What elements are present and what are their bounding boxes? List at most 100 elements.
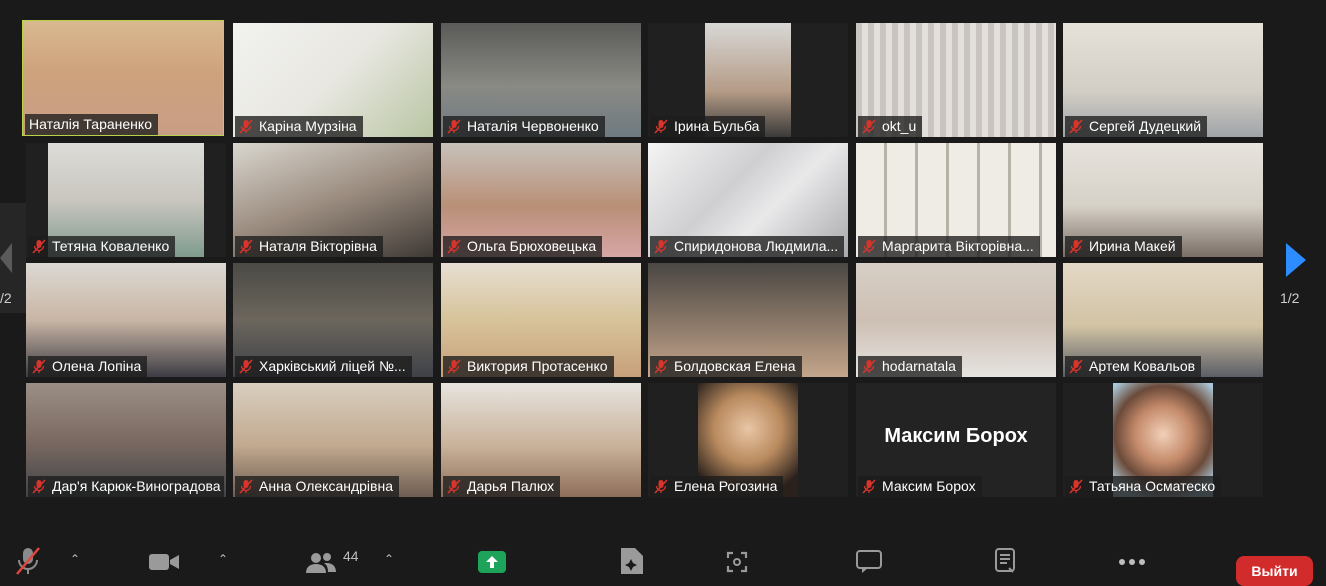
mic-muted-icon: [862, 119, 876, 134]
video-tile[interactable]: Наталія Тараненко: [22, 20, 224, 136]
video-tile[interactable]: Максим Борох Максим Борох: [856, 383, 1056, 497]
video-tile[interactable]: Наталя Вікторівна: [233, 143, 433, 257]
video-tile[interactable]: Сергей Дудецкий: [1063, 23, 1263, 137]
mic-muted-icon: [654, 479, 668, 494]
participant-name: Олена Лопіна: [52, 358, 142, 374]
unmute-button[interactable]: [12, 544, 44, 578]
notes-icon: [995, 548, 1015, 573]
mic-muted-icon: [32, 359, 46, 374]
apps-button[interactable]: [724, 549, 750, 575]
participant-name-badge: Ольга Брюховецька: [443, 236, 603, 257]
participant-name-badge: hodarnatala: [858, 356, 962, 377]
mic-muted-icon: [654, 119, 668, 134]
participant-name: Болдовская Елена: [674, 358, 796, 374]
video-tile[interactable]: Харківський ліцей №...: [233, 263, 433, 377]
video-tile[interactable]: Спиридонова Людмила...: [648, 143, 848, 257]
participant-name-badge: Олена Лопіна: [28, 356, 148, 377]
video-tile[interactable]: Наталія Червоненко: [441, 23, 641, 137]
video-tile[interactable]: Дарья Палюх: [441, 383, 641, 497]
participant-name-badge: Дарья Палюх: [443, 476, 561, 497]
mic-muted-icon: [654, 359, 668, 374]
mic-muted-icon: [447, 479, 461, 494]
video-tile[interactable]: Ольга Брюховецька: [441, 143, 641, 257]
chat-button[interactable]: [855, 549, 883, 575]
video-tile[interactable]: Анна Олександрівна: [233, 383, 433, 497]
chat-icon: [856, 550, 882, 573]
participant-name: Наталія Тараненко: [29, 116, 152, 132]
participant-name: Сергей Дудецкий: [1089, 118, 1202, 134]
participant-display-name: Максим Борох: [884, 425, 1028, 447]
start-video-button[interactable]: [147, 548, 181, 576]
participant-name-badge: Артем Ковальов: [1065, 356, 1202, 377]
video-tile[interactable]: Елена Рогозина: [648, 383, 848, 497]
participant-name: okt_u: [882, 118, 917, 134]
video-options-caret[interactable]: ⌃: [218, 552, 228, 566]
video-tile[interactable]: Каріна Мурзіна: [233, 23, 433, 137]
participant-name-badge: Анна Олександрівна: [235, 476, 399, 497]
mic-muted-icon: [32, 479, 46, 494]
participant-name: Ірина Бульба: [674, 118, 760, 134]
video-camera-icon: [149, 554, 179, 570]
participant-name-badge: Наталія Тараненко: [25, 114, 158, 135]
video-tile[interactable]: Артем Ковальов: [1063, 263, 1263, 377]
next-page-button[interactable]: [1286, 203, 1326, 313]
participant-name-badge: Харківський ліцей №...: [235, 356, 412, 377]
video-tile[interactable]: Дар'я Карюк-Виноградова: [26, 383, 226, 497]
video-tile[interactable]: Ирина Макей: [1063, 143, 1263, 257]
participant-name: Наталія Червоненко: [467, 118, 599, 134]
participant-name: Маргарита Вікторівна...: [882, 238, 1034, 254]
participant-name-badge: Наталя Вікторівна: [235, 236, 383, 257]
participant-name-badge: okt_u: [858, 116, 923, 137]
participant-name: Спиридонова Людмила...: [674, 238, 839, 254]
mic-muted-icon: [862, 359, 876, 374]
video-tile[interactable]: Ірина Бульба: [648, 23, 848, 137]
more-button[interactable]: [1117, 552, 1147, 572]
participant-name-badge: Спиридонова Людмила...: [650, 236, 845, 257]
video-tile[interactable]: Маргарита Вікторівна...: [856, 143, 1056, 257]
participant-name-badge: Виктория Протасенко: [443, 356, 614, 377]
video-tile[interactable]: Татьяна Осматеско: [1063, 383, 1263, 497]
audio-options-caret[interactable]: ⌃: [70, 552, 80, 566]
whiteboard-button[interactable]: [618, 546, 646, 576]
more-icon: [1119, 559, 1145, 565]
video-tile[interactable]: Тетяна Коваленко: [26, 143, 226, 257]
page-indicator-left: /2: [0, 290, 12, 306]
notes-button[interactable]: [993, 547, 1017, 575]
mic-muted-icon: [239, 119, 253, 134]
mic-muted-icon: [239, 359, 253, 374]
mic-muted-icon: [1069, 119, 1083, 134]
mic-muted-icon: [1069, 239, 1083, 254]
participant-name-badge: Дар'я Карюк-Виноградова: [28, 476, 224, 497]
participants-count: 44: [343, 548, 359, 564]
participant-name: Ольга Брюховецька: [467, 238, 597, 254]
participant-name: Дар'я Карюк-Виноградова: [52, 478, 221, 494]
video-tile[interactable]: okt_u: [856, 23, 1056, 137]
participant-name-badge: Ірина Бульба: [650, 116, 766, 137]
participant-name: Харківський ліцей №...: [259, 358, 406, 374]
mic-muted-icon: [447, 119, 461, 134]
video-tile[interactable]: Болдовская Елена: [648, 263, 848, 377]
leave-meeting-button[interactable]: Выйти: [1236, 556, 1313, 586]
video-tile[interactable]: Олена Лопіна: [26, 263, 226, 377]
participant-name-badge: Елена Рогозина: [650, 476, 784, 497]
video-tile[interactable]: hodarnatala: [856, 263, 1056, 377]
participant-name: Дарья Палюх: [467, 478, 555, 494]
participant-name: Анна Олександрівна: [259, 478, 393, 494]
participants-button[interactable]: 44: [305, 548, 375, 576]
mic-muted-icon: [447, 359, 461, 374]
participant-name: Ирина Макей: [1089, 238, 1176, 254]
whiteboard-icon: [621, 548, 643, 574]
share-screen-button[interactable]: [477, 550, 507, 574]
mic-muted-icon: [16, 547, 40, 575]
participant-name-badge: Маргарита Вікторівна...: [858, 236, 1040, 257]
participants-options-caret[interactable]: ⌃: [384, 552, 394, 566]
participant-name: Каріна Мурзіна: [259, 118, 357, 134]
video-tile[interactable]: Виктория Протасенко: [441, 263, 641, 377]
apps-icon: [726, 551, 748, 573]
participant-name: hodarnatala: [882, 358, 956, 374]
participant-name: Виктория Протасенко: [467, 358, 608, 374]
chevron-left-icon: [0, 243, 12, 273]
mic-muted-icon: [1069, 359, 1083, 374]
participant-name-badge: Ирина Макей: [1065, 236, 1182, 257]
participant-name-badge: Болдовская Елена: [650, 356, 802, 377]
